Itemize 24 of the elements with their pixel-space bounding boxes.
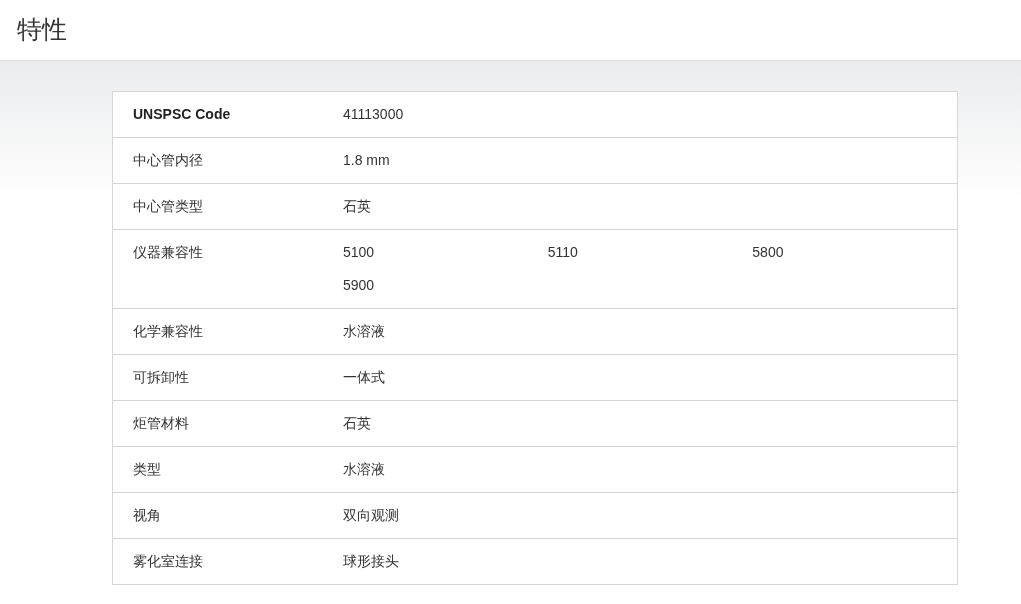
- property-value: 41113000: [343, 105, 404, 124]
- property-value: 双向观测: [343, 506, 399, 525]
- property-value: 球形接头: [343, 552, 399, 571]
- property-label: 可拆卸性: [133, 369, 189, 385]
- property-label: 炬管材料: [133, 415, 189, 431]
- property-value: 5900: [343, 276, 375, 295]
- property-value: 1.8 mm: [343, 151, 390, 170]
- property-value: 水溶液: [343, 460, 385, 479]
- property-value: 5100: [343, 243, 375, 262]
- property-label: 化学兼容性: [133, 323, 203, 339]
- property-label: 类型: [133, 461, 161, 477]
- property-value: 5800: [752, 243, 784, 262]
- property-label: 视角: [133, 507, 161, 523]
- property-label: 雾化室连接: [133, 553, 203, 569]
- property-label: 仪器兼容性: [133, 244, 203, 260]
- property-value: 水溶液: [343, 322, 385, 341]
- property-label: 中心管类型: [133, 198, 203, 214]
- property-value: 石英: [343, 414, 371, 433]
- property-value: 石英: [343, 197, 371, 216]
- page-title: 特性: [17, 14, 67, 46]
- property-label: 中心管内径: [133, 152, 203, 168]
- property-value: 一体式: [343, 368, 385, 387]
- property-value: 5110: [547, 243, 578, 262]
- property-label: UNSPSC Code: [133, 106, 231, 122]
